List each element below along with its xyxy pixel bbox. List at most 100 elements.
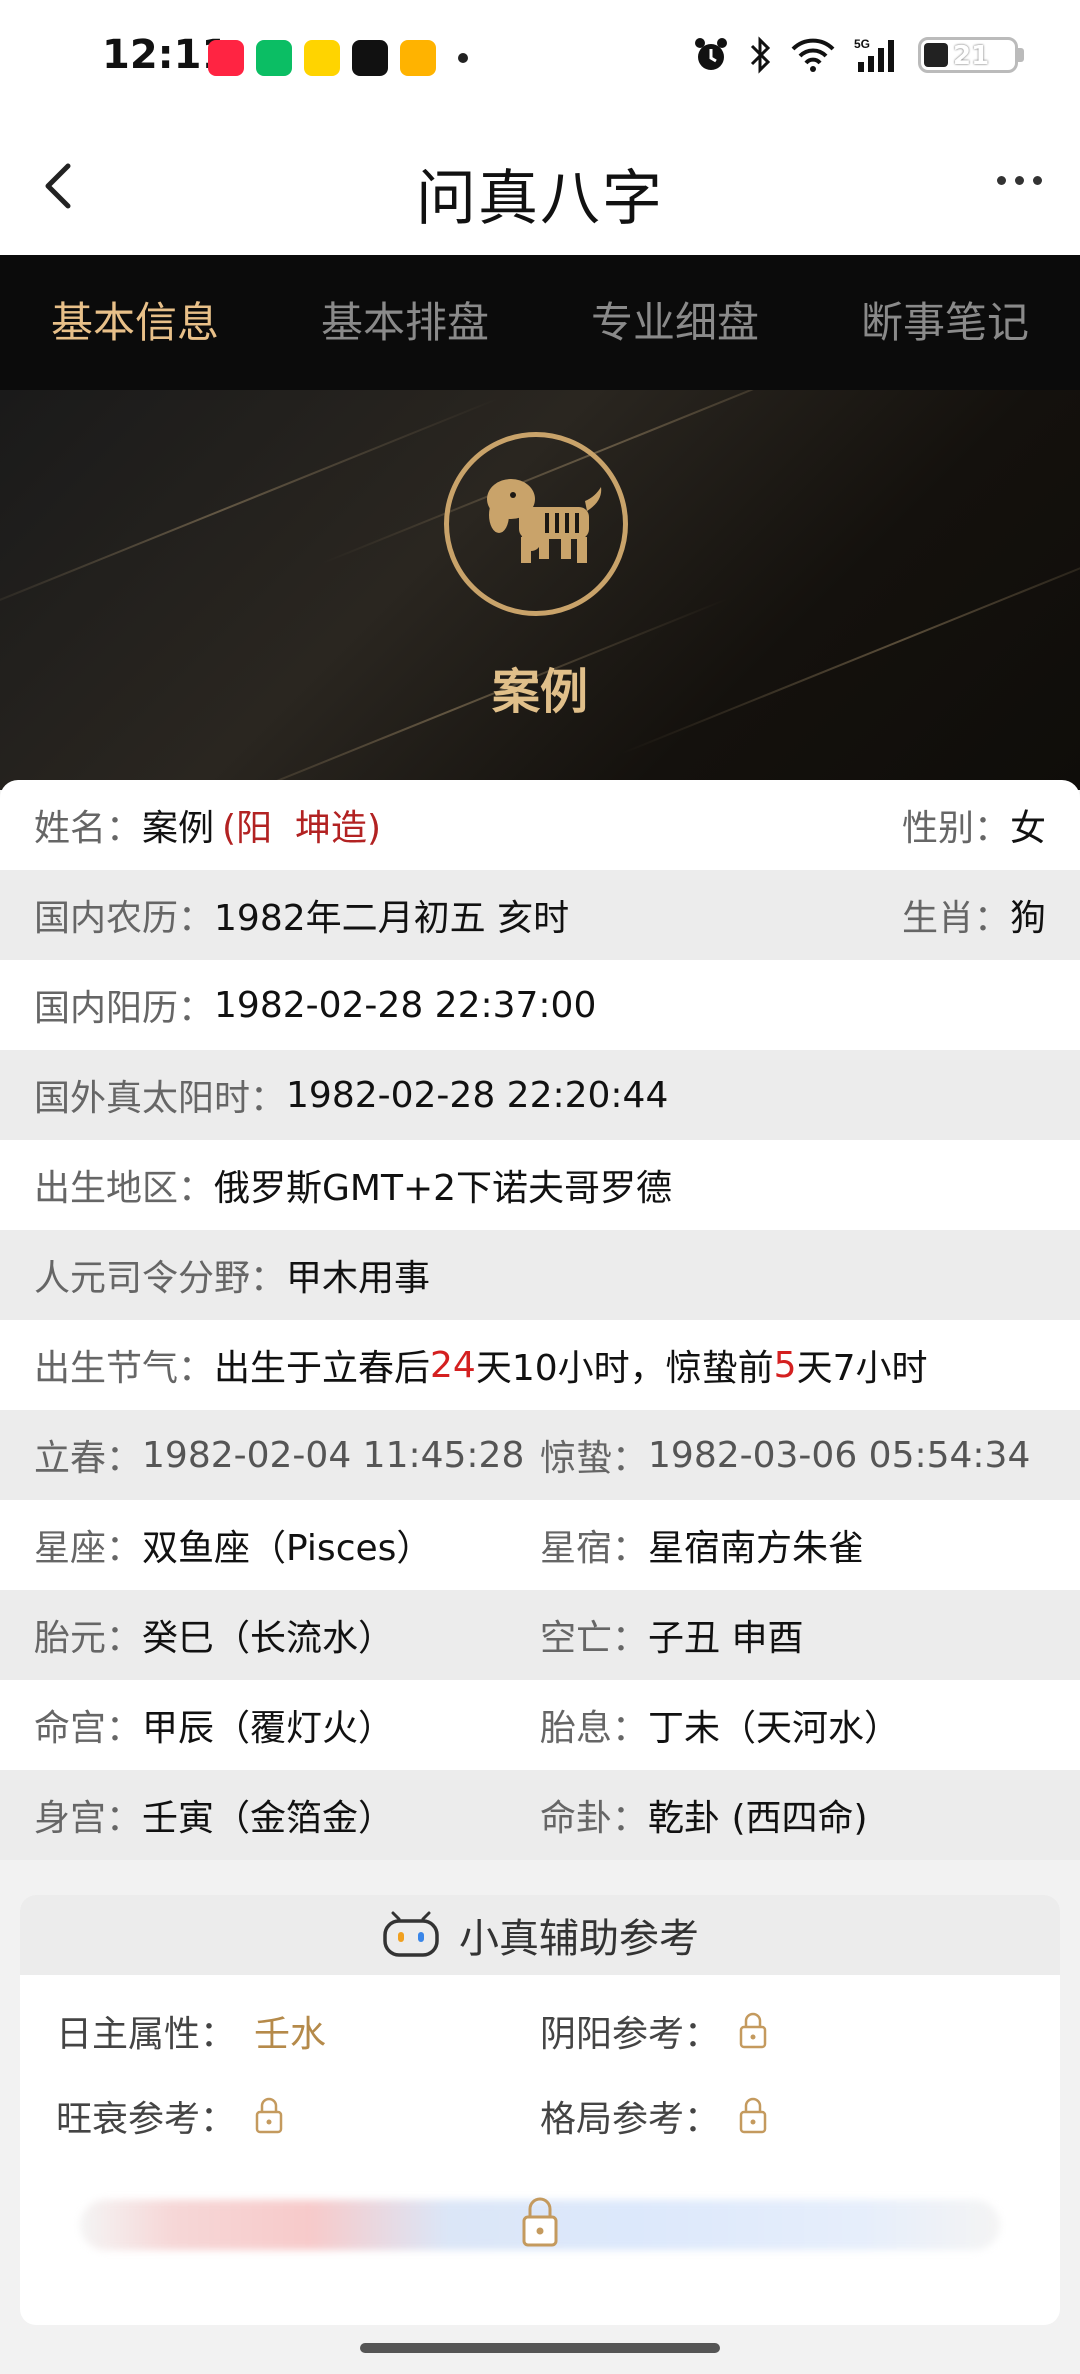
- row-name: 姓名： 案例 (阳 坤造) 性别： 女: [0, 780, 1080, 870]
- alarm-icon: [695, 38, 727, 70]
- jieqi-text-3: 天7小时: [796, 1348, 928, 1389]
- basic-info-card: 姓名： 案例 (阳 坤造) 性别： 女 国内农历： 1982年二月初五 亥时 生…: [0, 780, 1080, 1860]
- robot-icon: [383, 1911, 439, 1957]
- row-jieqi-dates: 立春： 1982-02-04 11:45:28 惊蛰： 1982-03-06 05:…: [0, 1410, 1080, 1500]
- lock-icon[interactable]: [738, 2096, 768, 2136]
- xingxiu-label: 星宿：: [540, 1528, 649, 1569]
- siling-label: 人元司令分野：: [34, 1258, 287, 1299]
- solar-value: 1982-02-28 22:37:00: [214, 984, 597, 1026]
- lichun-label: 立春：: [34, 1438, 143, 1479]
- row-minggong: 命宫： 甲辰（覆灯火） 胎息： 丁未（天河水）: [0, 1680, 1080, 1770]
- geju-item[interactable]: 格局参考：: [540, 2090, 768, 2142]
- minggong-label: 命宫：: [34, 1708, 143, 1749]
- battery-indicator: 21: [918, 37, 1024, 73]
- tab-notes[interactable]: 断事笔记: [810, 255, 1080, 390]
- status-icons: 5G 21: [692, 36, 1024, 74]
- row-taiyuan: 胎元： 癸巳（长流水） 空亡： 子丑 申酉: [0, 1590, 1080, 1680]
- jingzhe-label: 惊蛰：: [540, 1438, 649, 1479]
- xingzuo-value: 双鱼座（Pisces）: [142, 1528, 433, 1569]
- name-label: 姓名：: [34, 808, 143, 849]
- minggua-value: 乾卦 (西四命): [648, 1798, 868, 1839]
- minggua-label: 命卦：: [540, 1798, 649, 1839]
- notification-icons: [208, 40, 468, 76]
- tab-basic-chart[interactable]: 基本排盘: [270, 255, 540, 390]
- jieqi-text-2: 天10小时，惊蛰前: [475, 1348, 774, 1389]
- row-siling: 人元司令分野： 甲木用事: [0, 1230, 1080, 1320]
- region-label: 出生地区：: [34, 1168, 215, 1209]
- tiktok-icon: [352, 40, 388, 76]
- assistant-reference-card: 小真辅助参考 日主属性： 壬水 阴阳参考： 旺衰参考： 格局参考：: [20, 1895, 1060, 2325]
- jieqi-label: 出生节气：: [34, 1348, 215, 1389]
- profile-hero: 案例: [0, 390, 1080, 790]
- more-options-icon[interactable]: [997, 176, 1042, 185]
- jieqi-days-after: 24: [430, 1344, 476, 1386]
- xingzuo-label: 星座：: [34, 1528, 143, 1569]
- more-notifications-dot: [458, 53, 468, 63]
- zodiac-value: 狗: [1009, 898, 1046, 939]
- dog-icon: [487, 479, 602, 563]
- tab-basic-info[interactable]: 基本信息: [0, 255, 270, 390]
- taixi-label: 胎息：: [540, 1708, 649, 1749]
- zodiac-dog-emblem: [444, 432, 628, 616]
- xiaohongshu-icon: [208, 40, 244, 76]
- bluetooth-icon: [750, 36, 771, 74]
- lock-icon[interactable]: [520, 2195, 560, 2249]
- page-title: 问真八字: [416, 164, 664, 234]
- lunar-value: 1982年二月初五 亥时: [214, 898, 570, 939]
- row-shengong: 身宫： 壬寅（金箔金） 命卦： 乾卦 (西四命): [0, 1770, 1080, 1860]
- name-value: 案例: [142, 808, 215, 849]
- solar-label: 国内阳历：: [34, 988, 215, 1029]
- rizhu-label: 日主属性：: [56, 2014, 237, 2055]
- rizhu-value: 壬水: [254, 2014, 327, 2055]
- gender-tag: (阳 坤造): [222, 808, 382, 849]
- network-label: 5G: [854, 37, 870, 51]
- gender-value: 女: [1009, 808, 1046, 849]
- zodiac-label: 生肖：: [901, 898, 1010, 939]
- row-lunar: 国内农历： 1982年二月初五 亥时 生肖： 狗: [0, 870, 1080, 960]
- taiyuan-label: 胎元：: [34, 1618, 143, 1659]
- battery-level: 21: [953, 41, 990, 71]
- tab-bar: 基本信息 基本排盘 专业细盘 断事笔记: [0, 255, 1080, 390]
- lunar-label: 国内农历：: [34, 898, 215, 939]
- jieqi-days-before: 5: [773, 1344, 797, 1386]
- row-jieqi: 出生节气： 出生于立春后 24 天10小时，惊蛰前 5 天7小时: [0, 1320, 1080, 1410]
- true-solar-value: 1982-02-28 22:20:44: [286, 1074, 669, 1116]
- status-bar: 12:11 5G 21: [0, 0, 1080, 120]
- yinyang-label: 阴阳参考：: [540, 2014, 721, 2055]
- assistant-title: 小真辅助参考: [459, 1916, 699, 1962]
- gender-label: 性别：: [901, 808, 1010, 849]
- siling-value: 甲木用事: [286, 1258, 431, 1299]
- true-solar-label: 国外真太阳时：: [34, 1078, 287, 1119]
- wangshuai-label: 旺衰参考：: [56, 2099, 237, 2140]
- geju-label: 格局参考：: [540, 2099, 721, 2140]
- lock-icon[interactable]: [738, 2011, 768, 2051]
- lichun-value: 1982-02-04 11:45:28: [142, 1434, 525, 1476]
- kongwang-value: 子丑 申酉: [648, 1618, 804, 1659]
- profile-name: 案例: [491, 664, 588, 720]
- iqiyi-icon: [256, 40, 292, 76]
- wangshuai-item[interactable]: 旺衰参考：: [56, 2090, 284, 2142]
- meow-app-icon: [304, 40, 340, 76]
- row-solar: 国内阳历： 1982-02-28 22:37:00: [0, 960, 1080, 1050]
- taiyuan-value: 癸巳（长流水）: [142, 1618, 395, 1659]
- assistant-header: 小真辅助参考: [20, 1895, 1060, 1975]
- assistant-grid: 日主属性： 壬水 阴阳参考： 旺衰参考： 格局参考：: [20, 1975, 1060, 2155]
- lock-icon[interactable]: [254, 2096, 284, 2136]
- kongwang-label: 空亡：: [540, 1618, 649, 1659]
- cellular-signal-icon: 5G: [854, 37, 894, 72]
- wifi-icon: [791, 38, 835, 72]
- row-stars: 星座： 双鱼座（Pisces） 星宿： 星宿南方朱雀: [0, 1500, 1080, 1590]
- video-app-icon: [400, 40, 436, 76]
- minggong-value: 甲辰（覆灯火）: [142, 1708, 395, 1749]
- shengong-value: 壬寅（金箔金）: [142, 1798, 395, 1839]
- row-true-solar: 国外真太阳时： 1982-02-28 22:20:44: [0, 1050, 1080, 1140]
- xingxiu-value: 星宿南方朱雀: [648, 1528, 865, 1569]
- taixi-value: 丁未（天河水）: [648, 1708, 901, 1749]
- jieqi-text-1: 出生于立春后: [214, 1348, 431, 1389]
- shengong-label: 身宫：: [34, 1798, 143, 1839]
- home-indicator[interactable]: [360, 2343, 720, 2353]
- yinyang-item[interactable]: 阴阳参考：: [540, 2005, 768, 2057]
- jingzhe-value: 1982-03-06 05:54:34: [648, 1434, 1031, 1476]
- tab-professional-chart[interactable]: 专业细盘: [540, 255, 810, 390]
- region-value: 俄罗斯GMT+2下诺夫哥罗德: [214, 1168, 673, 1209]
